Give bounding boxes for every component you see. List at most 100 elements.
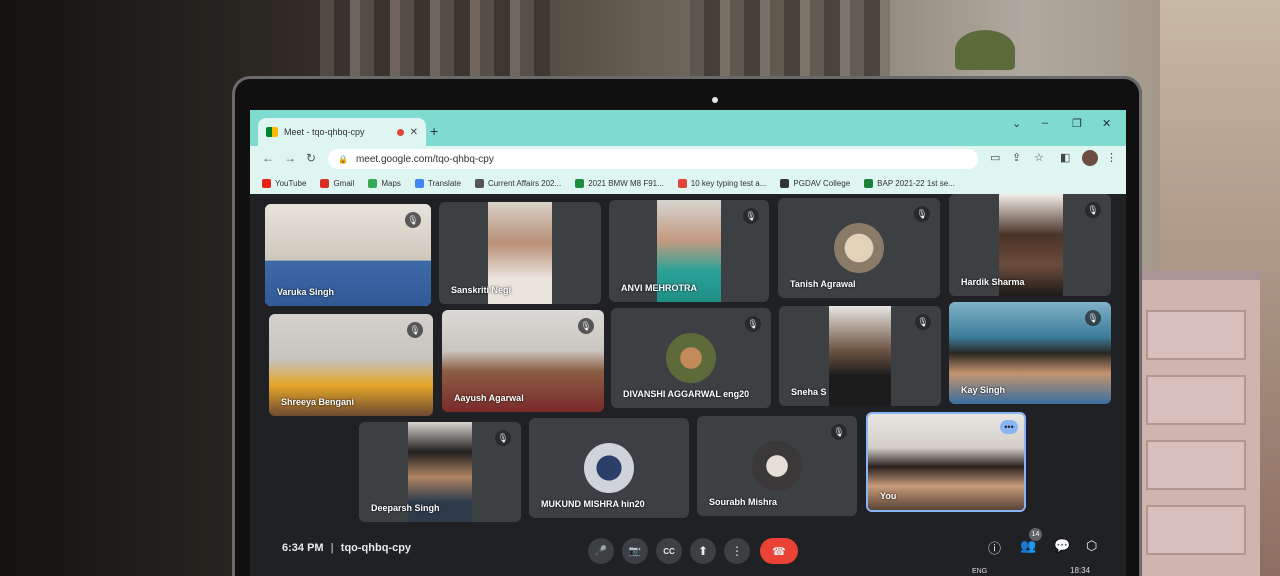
participant-tile[interactable]: 🎙 Sourabh Mishra [697, 416, 857, 516]
mic-muted-icon: 🎙 [745, 316, 761, 332]
bookmark-item[interactable]: Gmail [320, 178, 355, 188]
meeting-time: 6:34 PM [282, 542, 324, 554]
bookmark-favicon-icon [575, 178, 585, 188]
bookmark-label: 2021 BMW M8 F91... [588, 178, 664, 188]
close-icon[interactable]: ✕ [410, 127, 418, 138]
dresser-drawer [1146, 375, 1246, 425]
plant-decoration [955, 30, 1015, 70]
info-icon[interactable]: ⓘ [988, 538, 1001, 557]
minimize-icon[interactable]: – [1042, 117, 1048, 129]
bookmark-favicon-icon [262, 178, 271, 188]
url-text: meet.google.com/tqo-qhbq-cpy [355, 153, 494, 165]
participant-name: Hardik Sharma [961, 277, 1025, 287]
participant-tile[interactable]: 🎙 Tanish Agrawal [778, 198, 940, 298]
end-call-icon: ☎ [772, 545, 786, 558]
bookmark-item[interactable]: 2021 BMW M8 F91... [575, 178, 664, 188]
bookmark-item[interactable]: 10 key typing test a... [677, 178, 766, 188]
star-icon[interactable]: ☆ [1034, 151, 1044, 164]
bookmark-label: BAP 2021-22 1st se... [877, 178, 955, 188]
camera-permission-icon[interactable]: ▭ [990, 151, 1000, 164]
mic-muted-icon: 🎙 [743, 208, 759, 224]
participant-tile[interactable]: 🎙 DIVANSHI AGGARWAL eng20 [611, 308, 771, 408]
more-options-icon[interactable]: ••• [1000, 420, 1018, 434]
bookmark-label: Translate [427, 178, 461, 188]
participant-name: Deeparsh Singh [371, 503, 440, 513]
mic-button[interactable]: 🎤 [588, 538, 614, 564]
activities-icon[interactable]: ⬡ [1086, 538, 1097, 554]
forward-icon[interactable]: → [284, 151, 296, 165]
participant-avatar [752, 441, 802, 491]
taskbar-lang: ENG [972, 568, 988, 575]
participant-tile[interactable]: Sanskriti Negi [439, 202, 601, 304]
participant-avatar [834, 223, 884, 273]
browser-toolbar: ← → ↻ 🔒 meet.google.com/tqo-qhbq-cpy ▭ ⇪… [250, 146, 1126, 172]
separator: | [330, 542, 334, 554]
participant-name: Sanskriti Negi [451, 285, 512, 295]
meeting-code: tqo-qhbq-cpy [340, 542, 412, 554]
bookmark-favicon-icon [368, 178, 378, 188]
self-view-tile[interactable]: ••• You [866, 412, 1026, 512]
bookmark-item[interactable]: YouTube [262, 178, 307, 188]
participant-name: ANVI MEHROTRA [621, 283, 697, 293]
profile-avatar[interactable] [1082, 150, 1098, 166]
dresser-drawer [1146, 505, 1246, 555]
present-button[interactable]: ⬆ [690, 538, 716, 564]
participant-video [829, 306, 891, 406]
participant-tile[interactable]: 🎙 Hardik Sharma [949, 194, 1111, 296]
browser-tab-bar: Meet - tqo-qhbq-cpy ✕ + ⌄ – ❐ ✕ [250, 110, 1126, 146]
back-icon[interactable]: ← [262, 151, 274, 165]
side-panel-icon[interactable]: ◧ [1060, 151, 1070, 164]
more-options-button[interactable]: ⋮ [724, 538, 750, 564]
bookmark-item[interactable]: Current Affairs 202... [474, 178, 561, 188]
participant-name: Sourabh Mishra [709, 497, 778, 507]
camera-icon: 📷 [628, 545, 642, 557]
bookmark-favicon-icon [474, 178, 484, 188]
participant-tile[interactable]: 🎙 Deeparsh Singh [359, 422, 521, 522]
new-tab-icon[interactable]: + [430, 123, 438, 139]
bookmark-favicon-icon [864, 178, 874, 188]
menu-icon[interactable]: ⋮ [1106, 151, 1117, 164]
mic-muted-icon: 🎙 [831, 424, 847, 440]
participant-tile[interactable]: 🎙 Varuka Singh [265, 204, 431, 306]
restore-icon[interactable]: ❐ [1072, 117, 1082, 130]
webcam-dot [712, 97, 718, 103]
taskbar-clock: 18:34 [1070, 566, 1091, 575]
bookmark-item[interactable]: Maps [368, 178, 401, 188]
tab-meet[interactable]: Meet - tqo-qhbq-cpy ✕ [258, 118, 426, 146]
laptop-screen: Meet - tqo-qhbq-cpy ✕ + ⌄ – ❐ ✕ ← → ↻ 🔒 … [250, 110, 1126, 576]
participant-tile[interactable]: 🎙 Kay Singh [949, 302, 1111, 404]
bookmark-item[interactable]: PGDAV College [780, 178, 850, 188]
chat-icon[interactable]: 💬 [1054, 538, 1070, 554]
chevron-down-icon[interactable]: ⌄ [1012, 117, 1021, 130]
mic-muted-icon: 🎙 [1085, 310, 1101, 326]
bookmarks-bar: YouTube Gmail Maps Translate Current Affairs… [250, 172, 1126, 194]
bookmark-label: YouTube [275, 178, 307, 188]
bookmark-label: Gmail [333, 178, 355, 188]
dresser-drawer [1146, 310, 1246, 360]
mic-muted-icon: 🎙 [405, 212, 421, 228]
end-call-button[interactable]: ☎ [760, 538, 798, 564]
participant-tile[interactable]: MUKUND MISHRA hin20 [529, 418, 689, 518]
participant-name: Shreeya Bengani [281, 397, 355, 407]
participant-name: DIVANSHI AGGARWAL eng20 [623, 389, 750, 399]
share-icon[interactable]: ⇪ [1012, 151, 1021, 164]
meeting-controls-bar: 6:34 PM | tqo-qhbq-cpy 🎤 📷 CC ⬆ ⋮ ☎ ⓘ 👥 … [250, 520, 1126, 576]
participant-name: Sneha S [791, 387, 827, 397]
close-window-icon[interactable]: ✕ [1102, 117, 1111, 130]
address-bar[interactable]: 🔒 meet.google.com/tqo-qhbq-cpy [328, 149, 978, 169]
camera-button[interactable]: 📷 [622, 538, 648, 564]
captions-button[interactable]: CC [656, 538, 682, 564]
bookmark-item[interactable]: BAP 2021-22 1st se... [864, 178, 955, 188]
participant-tile[interactable]: 🎙 Aayush Agarwal [442, 310, 604, 412]
bookmark-favicon-icon [414, 178, 424, 188]
bookmark-favicon-icon [320, 178, 330, 188]
participant-tile[interactable]: 🎙 Sneha S [779, 306, 941, 406]
participant-name: Aayush Agarwal [454, 393, 524, 403]
dresser-drawer [1146, 440, 1246, 490]
reload-icon[interactable]: ↻ [306, 151, 316, 165]
tab-title: Meet - tqo-qhbq-cpy [284, 127, 365, 137]
participant-tile[interactable]: 🎙 Shreeya Bengani [269, 314, 433, 416]
participant-tile[interactable]: 🎙 ANVI MEHROTRA [609, 200, 769, 302]
bookmark-item[interactable]: Translate [414, 178, 461, 188]
mic-muted-icon: 🎙 [407, 322, 423, 338]
